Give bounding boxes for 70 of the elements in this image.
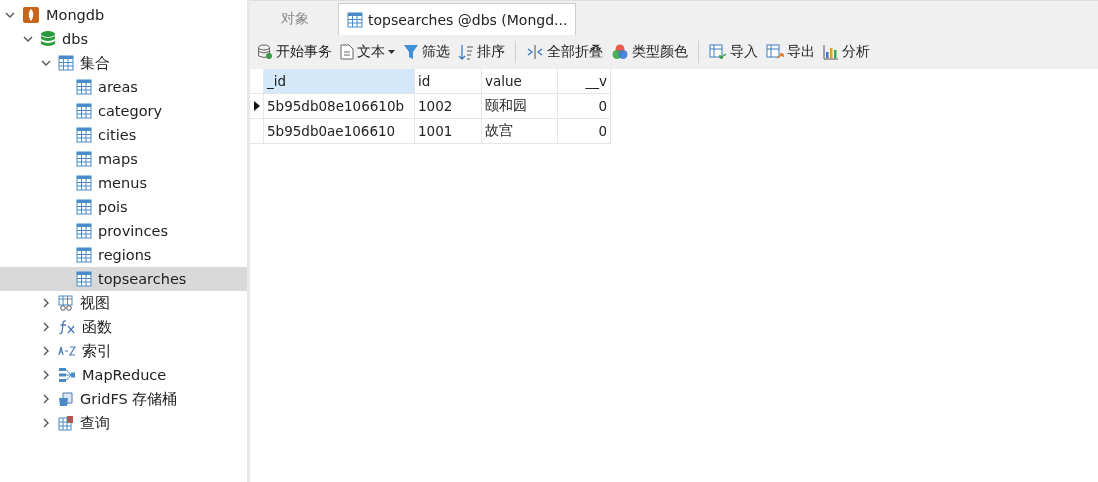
bucket-icon (58, 391, 74, 407)
table-icon (76, 103, 92, 119)
toolbar-button[interactable]: 类型颜色 (608, 41, 691, 63)
table-icon (347, 11, 363, 28)
database-icon (257, 44, 273, 60)
tree-item[interactable]: regions (98, 247, 152, 263)
toolbar-button[interactable]: 筛选 (400, 41, 453, 63)
column-header[interactable]: value (482, 69, 558, 94)
tab[interactable]: topsearches @dbs (Mongd... (338, 3, 577, 35)
table-cell: 颐和园 (482, 94, 558, 119)
column-header[interactable]: _id (264, 69, 415, 94)
table-cell: 5b95db08e106610b (264, 94, 415, 119)
tree-item[interactable]: MapReduce (82, 367, 167, 383)
table-icon (58, 55, 74, 71)
row-indicator[interactable] (250, 94, 264, 119)
color-wheel-icon (611, 43, 629, 61)
table-icon (76, 247, 92, 263)
toolbar-button[interactable]: 开始事务 (254, 41, 335, 63)
database-icon (40, 30, 56, 48)
tree-item[interactable]: maps (98, 151, 138, 167)
table-cell: 5b95db0ae106610 (264, 119, 415, 144)
table-cell: 故宫 (482, 119, 558, 144)
table-icon (76, 151, 92, 167)
tree-item[interactable]: 视图 (80, 293, 110, 313)
toolbar-button[interactable]: 文本 (337, 41, 398, 63)
table-icon (76, 79, 92, 95)
table-icon (76, 223, 92, 239)
tree-item[interactable]: 索引 (82, 341, 112, 361)
sort-az-icon (58, 346, 76, 356)
tree-item[interactable]: areas (98, 79, 138, 95)
filter-icon (403, 44, 419, 60)
table-cell: 0 (558, 119, 611, 144)
table-icon (76, 271, 92, 287)
toolbar-button[interactable]: 全部折叠 (523, 41, 606, 63)
table-cell: 1001 (415, 119, 482, 144)
column-header[interactable]: id (415, 69, 482, 94)
column-header[interactable]: __v (558, 69, 611, 94)
table-icon (76, 175, 92, 191)
collapse-icon (526, 44, 544, 60)
export-icon (766, 44, 784, 60)
toolbar-button[interactable]: 导出 (763, 41, 818, 63)
tree-item[interactable]: menus (98, 175, 147, 191)
toolbar-button[interactable]: 分析 (820, 41, 873, 63)
document-icon (340, 44, 354, 60)
table-cell: 0 (558, 94, 611, 119)
query-icon (58, 415, 74, 431)
table-cell: 1002 (415, 94, 482, 119)
toolbar-button[interactable]: 导入 (706, 41, 761, 63)
tree-item[interactable]: pois (98, 199, 128, 215)
function-icon (58, 319, 76, 335)
tree-item[interactable]: dbs (62, 31, 88, 47)
tree-item[interactable]: 查询 (80, 413, 110, 433)
mapreduce-icon (58, 367, 76, 383)
sort-icon (458, 44, 474, 60)
current-row-icon (253, 101, 260, 111)
view-icon (58, 295, 74, 311)
leaf-icon (22, 6, 40, 24)
import-icon (709, 44, 727, 60)
tree-item[interactable]: GridFS 存储桶 (80, 389, 178, 409)
tree-item[interactable]: cities (98, 127, 137, 143)
table-icon (76, 127, 92, 143)
toolbar-button[interactable]: 排序 (455, 41, 508, 63)
bar-chart-icon (823, 44, 839, 60)
tree-item[interactable]: category (98, 103, 163, 119)
tree-item[interactable]: provinces (98, 223, 168, 239)
tree-item[interactable]: 函数 (82, 317, 112, 337)
tree-item[interactable]: Mongdb (46, 7, 105, 23)
caret-icon (388, 50, 395, 54)
tree-item[interactable]: 集合 (80, 53, 110, 73)
table-icon (76, 199, 92, 215)
